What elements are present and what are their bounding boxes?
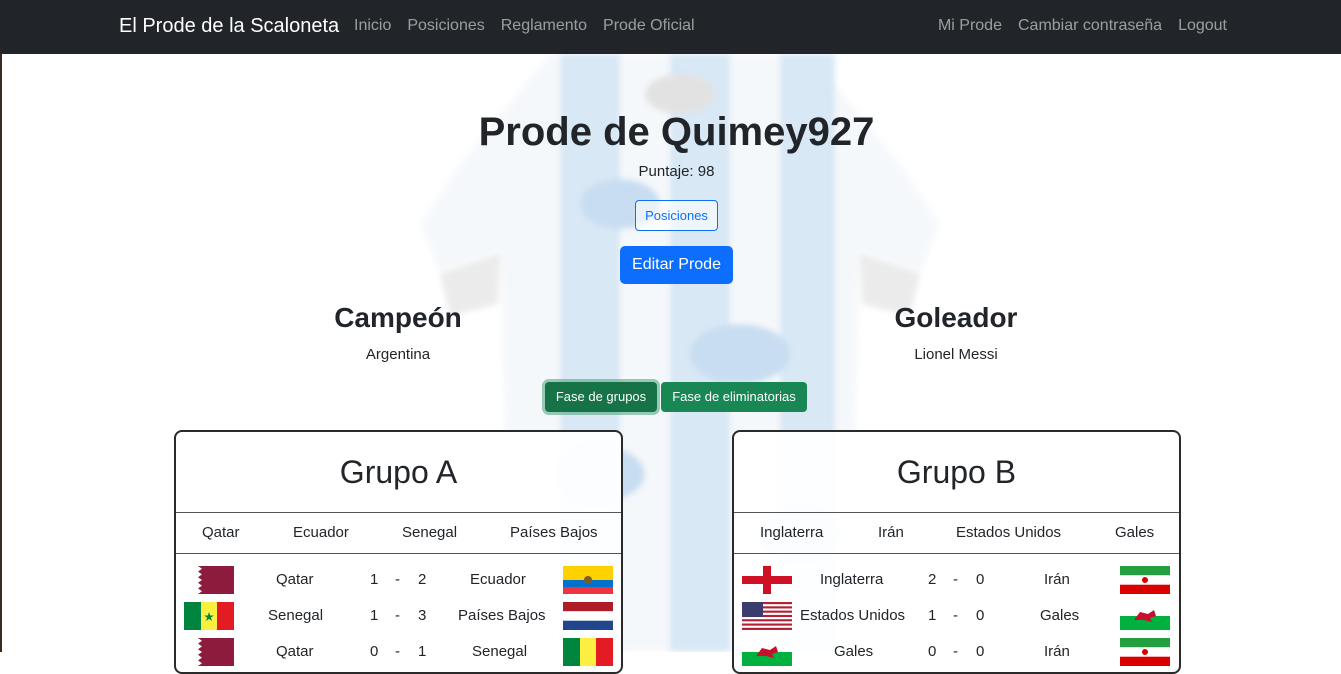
away-team: Gales bbox=[1040, 607, 1080, 624]
divider bbox=[734, 553, 1179, 554]
score-separator: - bbox=[953, 571, 958, 588]
group-title: Grupo B bbox=[896, 454, 1017, 490]
nav-left: Inicio Posiciones Reglamento Prode Ofici… bbox=[354, 17, 695, 35]
england-flag-icon bbox=[742, 566, 792, 594]
wales-flag-icon bbox=[1120, 602, 1170, 630]
home-team: Estados Unidos bbox=[800, 607, 906, 624]
champion-value: Argentina bbox=[365, 346, 431, 363]
away-team: Países Bajos bbox=[458, 607, 546, 624]
score-text: Puntaje: 98 bbox=[638, 163, 715, 180]
iran-flag-icon bbox=[1120, 638, 1170, 666]
netherlands-flag-icon bbox=[563, 602, 613, 630]
page-title: Prode de Quimey927 bbox=[478, 110, 875, 154]
scorer-value: Lionel Messi bbox=[914, 346, 998, 363]
home-goals: 1 bbox=[928, 607, 937, 624]
match-row: Estados Unidos 1 - 0 Gales bbox=[734, 602, 1179, 630]
away-goals: 0 bbox=[976, 607, 985, 624]
edit-prode-button[interactable]: Editar Prode bbox=[620, 246, 733, 284]
senegal-flag-icon bbox=[184, 602, 234, 630]
usa-flag-icon bbox=[742, 602, 792, 630]
nav-inicio[interactable]: Inicio bbox=[354, 17, 391, 35]
home-team: Senegal bbox=[268, 607, 324, 624]
match-row: Qatar 0 - 1 Senegal bbox=[176, 638, 621, 666]
ecuador-flag-icon bbox=[563, 566, 613, 594]
home-goals: 1 bbox=[370, 571, 379, 588]
away-team: Ecuador bbox=[470, 571, 526, 588]
nav-reglamento[interactable]: Reglamento bbox=[501, 17, 587, 35]
team-header: Ecuador bbox=[293, 524, 349, 541]
group-title: Grupo A bbox=[339, 454, 458, 490]
match-row: Senegal 1 - 3 Países Bajos bbox=[176, 602, 621, 630]
nav-prode-oficial[interactable]: Prode Oficial bbox=[603, 17, 695, 35]
group-a-card: Grupo A Qatar Ecuador Senegal Países Baj… bbox=[174, 430, 623, 674]
wales-flag-icon bbox=[742, 638, 792, 666]
match-row: Gales 0 - 0 Irán bbox=[734, 638, 1179, 666]
navbar: El Prode de la Scaloneta Inicio Posicion… bbox=[0, 0, 1341, 54]
nav-mi-prode[interactable]: Mi Prode bbox=[938, 17, 1002, 35]
home-team: Qatar bbox=[276, 571, 314, 588]
home-team: Inglaterra bbox=[820, 571, 884, 588]
champion-heading: Campeón bbox=[334, 302, 462, 333]
divider bbox=[176, 512, 621, 513]
qatar-flag-icon bbox=[184, 566, 234, 594]
qatar-flag-icon bbox=[184, 638, 234, 666]
home-goals: 2 bbox=[928, 571, 937, 588]
divider bbox=[176, 553, 621, 554]
senegal-flag-icon bbox=[563, 638, 613, 666]
match-row: Inglaterra 2 - 0 Irán bbox=[734, 566, 1179, 594]
away-goals: 2 bbox=[418, 571, 427, 588]
away-goals: 0 bbox=[976, 571, 985, 588]
main-content: Prode de Quimey927 Puntaje: 98 Posicione… bbox=[0, 54, 1341, 674]
divider bbox=[734, 512, 1179, 513]
team-header: Países Bajos bbox=[510, 524, 598, 541]
team-header: Senegal bbox=[402, 524, 458, 541]
match-row: Qatar 1 - 2 Ecuador bbox=[176, 566, 621, 594]
scorer-heading: Goleador bbox=[894, 302, 1018, 333]
nav-logout[interactable]: Logout bbox=[1178, 17, 1227, 35]
team-header: Gales bbox=[1115, 524, 1155, 541]
nav-cambiar-contrasena[interactable]: Cambiar contraseña bbox=[1018, 17, 1162, 35]
score-separator: - bbox=[953, 607, 958, 624]
knockout-stage-button[interactable]: Fase de eliminatorias bbox=[661, 382, 807, 412]
positions-button[interactable]: Posiciones bbox=[635, 200, 718, 231]
score-separator: - bbox=[395, 571, 400, 588]
team-header: Qatar bbox=[202, 524, 240, 541]
nav-posiciones[interactable]: Posiciones bbox=[407, 17, 484, 35]
brand-link[interactable]: El Prode de la Scaloneta bbox=[119, 15, 339, 38]
home-goals: 1 bbox=[370, 607, 379, 624]
iran-flag-icon bbox=[1120, 566, 1170, 594]
team-header: Inglaterra bbox=[760, 524, 824, 541]
score-separator: - bbox=[395, 607, 400, 624]
group-b-card: Grupo B Inglaterra Irán Estados Unidos G… bbox=[732, 430, 1181, 674]
away-goals: 3 bbox=[418, 607, 427, 624]
away-team: Irán bbox=[1044, 571, 1070, 588]
nav-right: Mi Prode Cambiar contraseña Logout bbox=[938, 17, 1227, 35]
group-stage-button[interactable]: Fase de grupos bbox=[545, 382, 657, 412]
team-header: Irán bbox=[878, 524, 904, 541]
team-header: Estados Unidos bbox=[956, 524, 1062, 541]
